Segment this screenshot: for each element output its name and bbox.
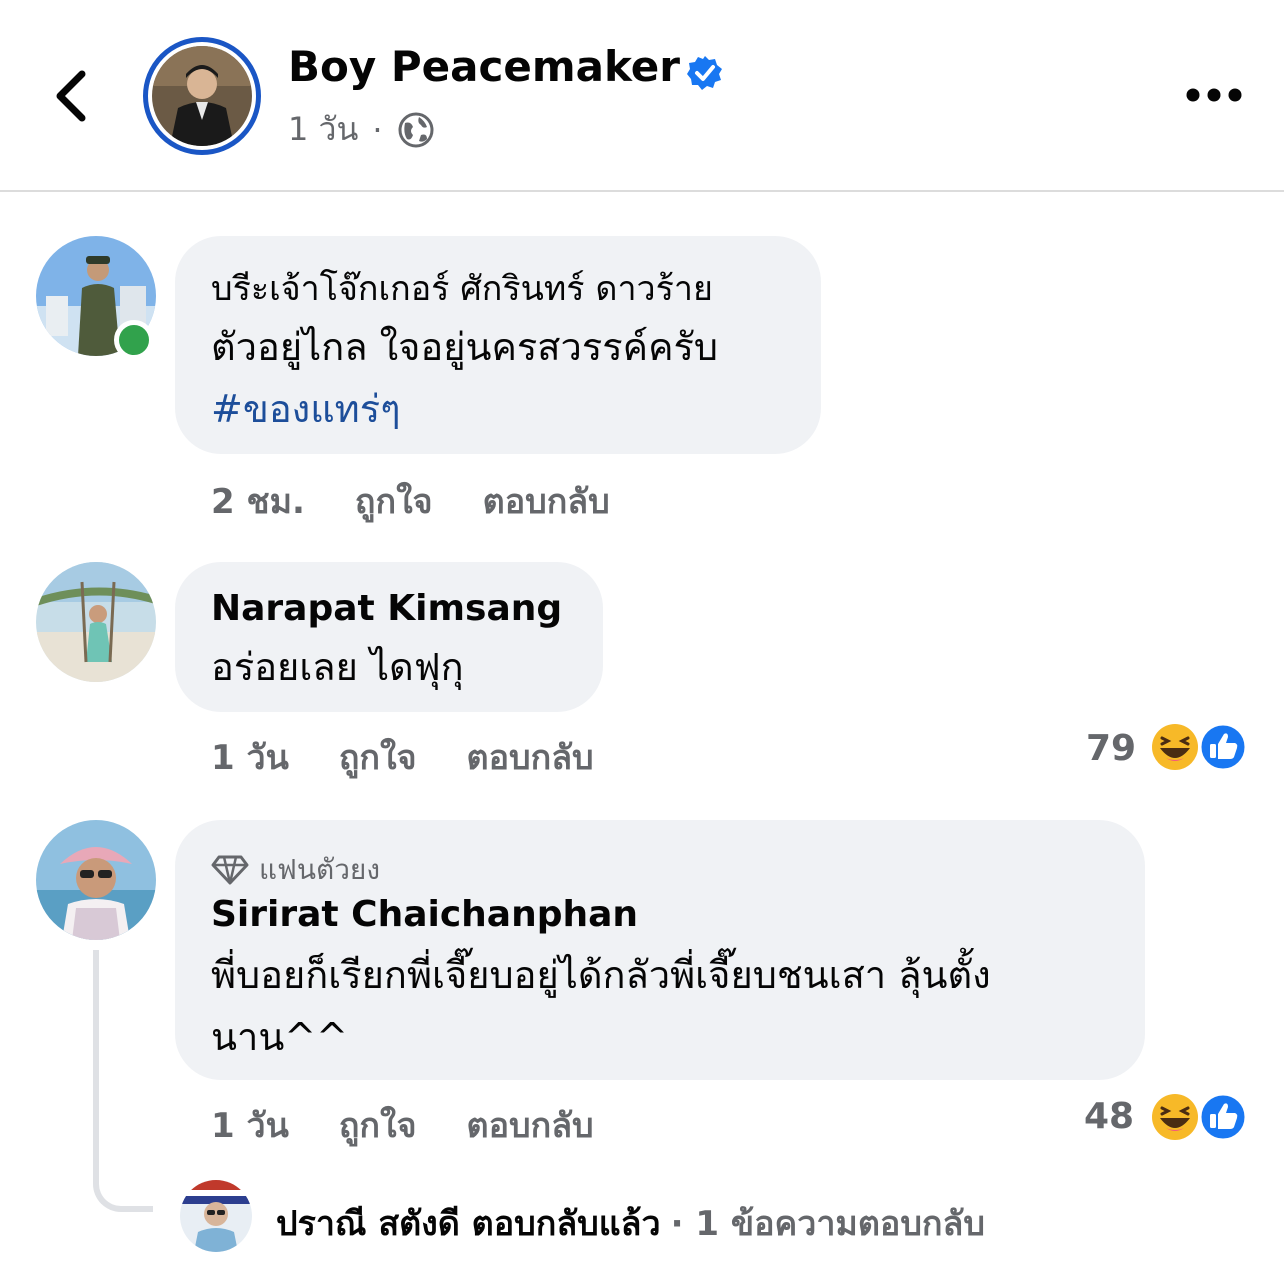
post-meta: 1 วัน · [288,104,435,155]
comment-actions: 2 ชม. ถูกใจ ตอบกลับ [211,474,660,528]
comment-author[interactable]: บรีะเจ้าโจ๊กเกอร์ ศักรินทร์ ดาวร้าย [211,258,713,320]
comment-actions: 1 วัน ถูกใจ ตอบกลับ [211,730,644,784]
reply-author-avatar[interactable] [180,1180,252,1252]
meta-separator: · [372,110,383,149]
badge-label: แฟนตัวยง [259,853,380,886]
page-name[interactable]: Boy Peacemaker [288,42,680,91]
comment-author[interactable]: Narapat Kimsang [211,588,562,629]
verified-badge-icon [687,56,722,90]
comment-text-line-2: นาน^^ [211,1015,348,1059]
like-button[interactable]: ถูกใจ [339,738,417,778]
reaction-icons[interactable] [1150,1092,1248,1142]
view-replies-link[interactable]: ปราณี สตังดี ตอบกลับแล้ว · 1 ข้อความตอบก… [276,1196,985,1250]
comment-text-line-1: พี่บอยก็เรียกพี่เจี๊ยบอยู่ได้กลัวพี่เจี๊… [211,953,991,997]
diamond-icon [211,855,249,885]
chevron-left-icon[interactable] [50,68,100,124]
like-reaction-icon [1198,722,1248,772]
reply-summary-text: ปราณี สตังดี ตอบกลับแล้ว [276,1204,661,1244]
globe-icon [398,112,434,147]
post-time[interactable]: 1 วัน [288,104,358,155]
reply-button[interactable]: ตอบกลับ [467,738,594,778]
like-button[interactable]: ถูกใจ [339,1106,417,1146]
comment-time[interactable]: 1 วัน [211,738,289,778]
comment-avatar[interactable] [36,562,156,682]
reply-button[interactable]: ตอบกลับ [467,1106,594,1146]
comment-text: ตัวอยู่ไกล ใจอยู่นครสวรรค์ครับ [211,325,719,369]
comment-actions: 1 วัน ถูกใจ ตอบกลับ [211,1098,644,1152]
haha-reaction-icon [1152,724,1198,770]
comment-time[interactable]: 2 ชม. [211,482,305,522]
page-avatar[interactable] [143,37,261,155]
reaction-count[interactable]: 79 [1086,728,1136,769]
comment-time[interactable]: 1 วัน [211,1106,289,1146]
hashtag-link[interactable]: #ของแทร่ๆ [211,378,401,440]
reaction-count[interactable]: 48 [1084,1096,1134,1137]
thread-connector-line [93,950,153,1212]
reaction-icons[interactable] [1150,722,1248,772]
like-button[interactable]: ถูกใจ [355,482,433,522]
comment-avatar[interactable] [36,820,156,940]
like-reaction-icon [1198,1092,1248,1142]
online-status-dot [114,320,154,360]
reply-count: · 1 ข้อความตอบกลับ [670,1204,985,1244]
reply-button[interactable]: ตอบกลับ [483,482,610,522]
more-options-icon[interactable] [1184,84,1244,106]
top-fan-badge: แฟนตัวยง [211,848,380,892]
comment-text: อร่อยเลย ไดฟุกุ [211,645,464,689]
comment-author[interactable]: Sirirat Chaichanphan [211,894,638,935]
haha-reaction-icon [1152,1094,1198,1140]
